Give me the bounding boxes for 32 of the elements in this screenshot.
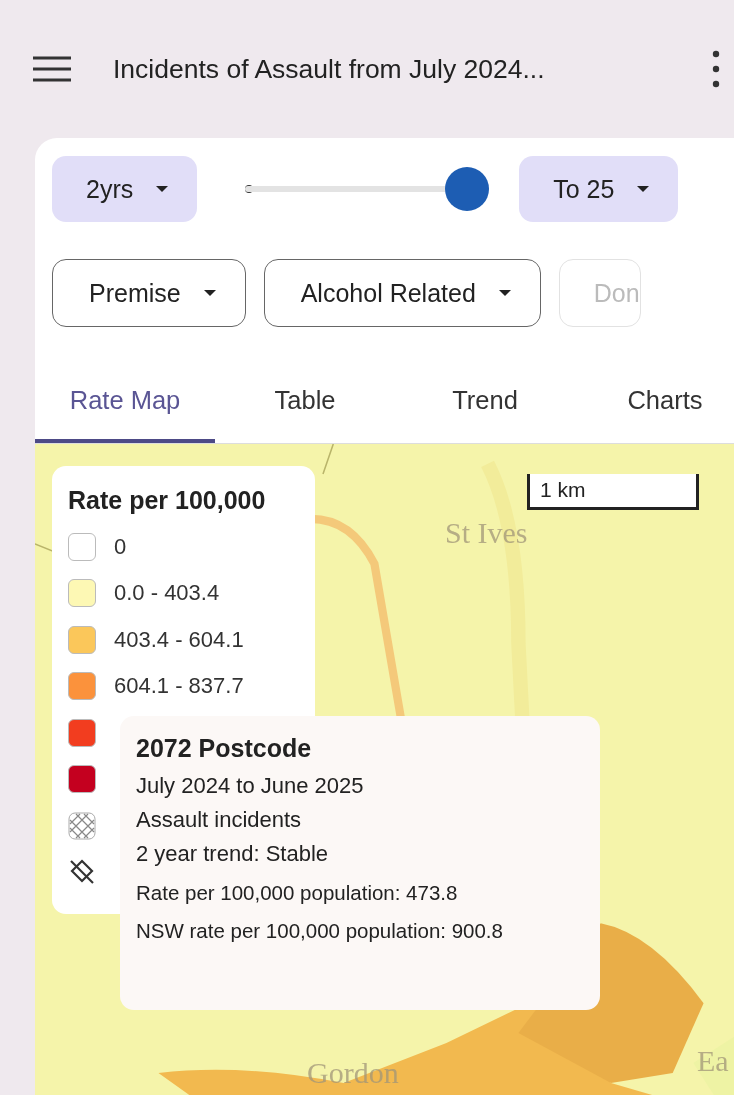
filter-dropdown[interactable]: Alcohol Related (263, 259, 541, 327)
end-year-dropdown[interactable]: To 25 (519, 156, 679, 222)
tooltip-title: 2072 Postcode (136, 734, 313, 763)
caret-icon (202, 289, 217, 297)
year-slider[interactable] (245, 166, 490, 212)
menu-icon[interactable] (33, 56, 71, 82)
caret-icon (497, 289, 512, 297)
app-title: Incidents of Assault from July 2024... (113, 53, 546, 85)
legend-label: 604.1 - 837.7 (114, 673, 244, 699)
legend-title: Rate per 100,000 (68, 486, 267, 515)
caret-icon (155, 185, 170, 193)
tab[interactable]: Trend (395, 361, 575, 443)
scale-bar: 1 km (527, 474, 699, 510)
tab[interactable]: Table (215, 361, 395, 443)
tooltip-text: Rate per 100,000 population: 473.8 (136, 881, 459, 905)
tooltip-text: Assault incidents (136, 807, 303, 833)
place-label: St Ives (445, 516, 528, 550)
no-calculation-icon (68, 858, 96, 886)
caret-icon (636, 185, 651, 193)
tooltip-text: NSW rate per 100,000 population: 900.8 (136, 919, 504, 943)
slider-thumb[interactable] (445, 167, 490, 211)
legend-label: 0.0 - 403.4 (114, 580, 220, 606)
legend-label: 0 (114, 533, 127, 560)
hatch-icon (68, 811, 96, 840)
place-label: Ea (697, 1044, 729, 1078)
legend-label: 403.4 - 604.1 (114, 626, 244, 653)
filter-dropdown[interactable]: Premise (52, 259, 246, 327)
period-dropdown[interactable]: 2yrs (52, 156, 198, 222)
tooltip-text: July 2024 to June 2025 (136, 773, 365, 799)
tooltip-text: 2 year trend: Stable (136, 841, 329, 867)
more-options-icon[interactable] (712, 50, 720, 88)
tab[interactable]: Charts (575, 361, 734, 443)
